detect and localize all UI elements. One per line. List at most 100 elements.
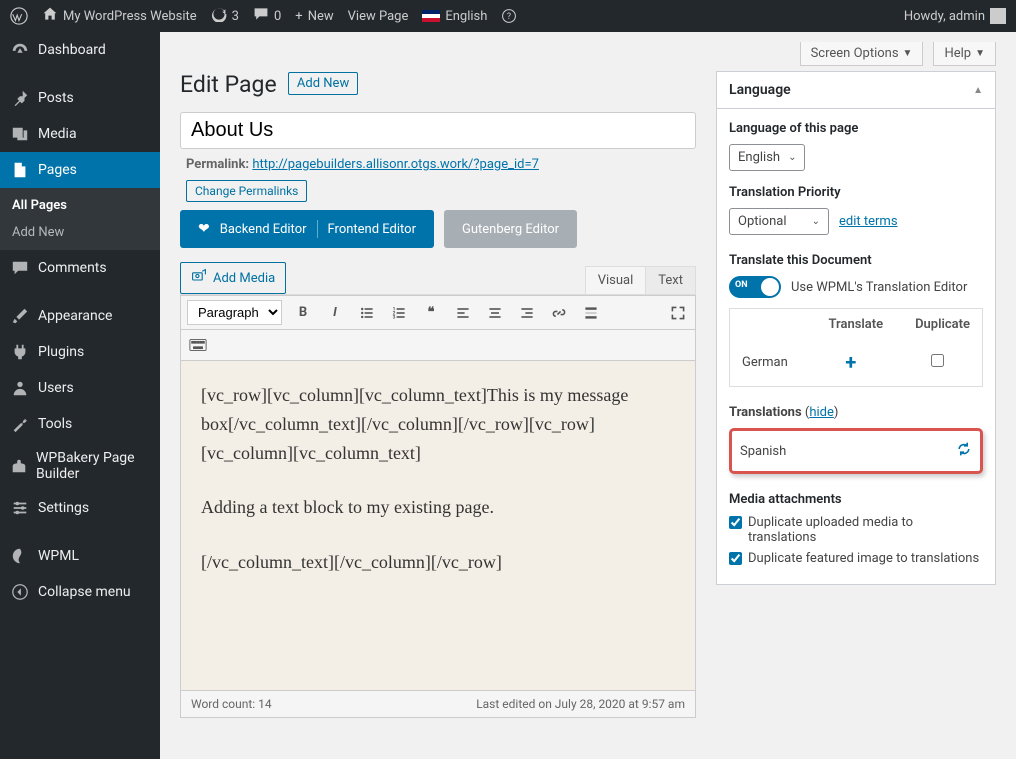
link-icon[interactable] [548, 302, 570, 324]
menu-users[interactable]: Users [0, 370, 160, 406]
view-page-link[interactable]: View Page [348, 9, 409, 24]
menu-settings[interactable]: Settings [0, 490, 160, 526]
wrench-icon [10, 414, 30, 434]
menu-wpml[interactable]: WPML [0, 538, 160, 574]
fullscreen-icon[interactable] [667, 302, 689, 324]
quote-icon[interactable]: ❝ [420, 302, 442, 324]
submenu-add-page[interactable]: Add New [0, 219, 160, 246]
translate-doc-label: Translate this Document [729, 253, 983, 268]
menu-posts[interactable]: Posts [0, 80, 160, 116]
brush-icon [10, 306, 30, 326]
keyboard-icon[interactable] [187, 334, 209, 356]
align-left-icon[interactable] [452, 302, 474, 324]
globe-swirl-icon [10, 546, 30, 566]
comments-count[interactable]: 0 [253, 6, 281, 26]
admin-bar: My WordPress Website 3 0 + New View Page… [0, 0, 1016, 32]
svg-text:?: ? [507, 12, 511, 22]
wp-logo-icon[interactable] [10, 7, 28, 25]
language-switch[interactable]: English [422, 9, 487, 24]
avatar [990, 8, 1006, 24]
wpml-toggle[interactable]: ON [729, 276, 781, 298]
help-button[interactable]: Help▼ [933, 42, 996, 66]
chevron-down-icon: ⌄ [788, 152, 796, 163]
updates[interactable]: 3 [211, 6, 239, 26]
menu-pages[interactable]: Pages [0, 152, 160, 188]
add-new-button[interactable]: Add New [288, 72, 358, 95]
triangle-up-icon: ▲ [973, 85, 983, 96]
menu-wpbakery[interactable]: WPBakery Page Builder [0, 442, 160, 490]
table-row: German + [732, 340, 980, 384]
flag-icon [422, 10, 440, 22]
hide-translations-link[interactable]: hide [809, 405, 834, 420]
translations-label: Translations (hide) [729, 405, 983, 420]
page-icon [10, 160, 30, 180]
help-icon[interactable]: ? [501, 8, 517, 24]
page-heading: Edit Page [180, 71, 277, 98]
comment-icon [10, 258, 30, 278]
word-count: Word count: 14 [191, 697, 272, 711]
menu-comments[interactable]: Comments [0, 250, 160, 286]
camera-music-icon [191, 268, 207, 288]
permalink-link[interactable]: http://pagebuilders.allisonr.otgs.work/?… [252, 157, 539, 172]
add-media-button[interactable]: Add Media [180, 262, 286, 294]
language-metabox-header[interactable]: Language ▲ [717, 72, 995, 109]
media-attachments-label: Media attachments [729, 492, 983, 507]
change-permalinks-button[interactable]: Change Permalinks [186, 180, 307, 202]
pin-icon [10, 88, 30, 108]
cake-icon [10, 456, 28, 476]
menu-media[interactable]: Media [0, 116, 160, 152]
content-editor[interactable]: [vc_row][vc_column][vc_column_text]This … [180, 361, 696, 691]
backend-editor-button[interactable]: ❤ Backend Editor Frontend Editor [180, 210, 434, 248]
align-center-icon[interactable] [484, 302, 506, 324]
bullet-list-icon[interactable] [356, 302, 378, 324]
number-list-icon[interactable]: 123 [388, 302, 410, 324]
menu-appearance[interactable]: Appearance [0, 298, 160, 334]
gauge-icon [10, 40, 30, 60]
th-translate: Translate [809, 311, 894, 338]
dup-media-checkbox-row[interactable]: Duplicate uploaded media to translations [729, 515, 983, 545]
comment-icon [253, 6, 269, 26]
submenu-all-pages[interactable]: All Pages [0, 192, 160, 219]
plug-icon [10, 342, 30, 362]
language-select[interactable]: English ⌄ [729, 144, 805, 171]
tab-text[interactable]: Text [645, 266, 696, 294]
readmore-icon[interactable] [580, 302, 602, 324]
menu-tools[interactable]: Tools [0, 406, 160, 442]
edit-terms-link[interactable]: edit terms [839, 214, 898, 229]
bold-icon[interactable]: B [292, 302, 314, 324]
page-title-input[interactable] [180, 112, 696, 149]
screen-options-button[interactable]: Screen Options▼ [800, 42, 924, 66]
menu-dashboard[interactable]: Dashboard [0, 32, 160, 68]
gutenberg-editor-button[interactable]: Gutenberg Editor [444, 210, 577, 248]
align-right-icon[interactable] [516, 302, 538, 324]
duplicate-checkbox[interactable] [931, 354, 944, 367]
sliders-icon [10, 498, 30, 518]
translation-spanish-row[interactable]: Spanish [729, 428, 983, 474]
triangle-down-icon: ▼ [975, 48, 985, 59]
format-select[interactable]: Paragraph [187, 300, 282, 325]
priority-select[interactable]: Optional ⌄ [729, 208, 829, 235]
refresh-icon[interactable] [956, 441, 972, 461]
account-howdy[interactable]: Howdy, admin [904, 8, 1006, 24]
dup-featured-checkbox[interactable] [729, 552, 742, 565]
th-duplicate: Duplicate [895, 311, 980, 338]
tab-visual[interactable]: Visual [585, 266, 647, 294]
menu-collapse[interactable]: Collapse menu [0, 574, 160, 610]
refresh-icon [211, 6, 227, 26]
new-content[interactable]: + New [295, 9, 333, 24]
admin-sidebar: Dashboard Posts Media Pages All Pages Ad… [0, 32, 160, 759]
chevron-down-icon: ⌄ [812, 216, 820, 227]
media-icon [10, 124, 30, 144]
dup-featured-checkbox-row[interactable]: Duplicate featured image to translations [729, 551, 983, 566]
menu-plugins[interactable]: Plugins [0, 334, 160, 370]
plus-icon: + [295, 9, 302, 24]
permalink-row: Permalink: http://pagebuilders.allisonr.… [186, 157, 690, 172]
dup-media-checkbox[interactable] [729, 516, 742, 529]
translation-priority-label: Translation Priority [729, 185, 983, 200]
editor-toolbar2 [180, 330, 696, 361]
site-name[interactable]: My WordPress Website [42, 6, 197, 26]
language-of-page-label: Language of this page [729, 121, 983, 136]
italic-icon[interactable]: I [324, 302, 346, 324]
arrow-left-circle-icon [10, 582, 30, 602]
translate-add-button[interactable]: + [809, 340, 894, 384]
